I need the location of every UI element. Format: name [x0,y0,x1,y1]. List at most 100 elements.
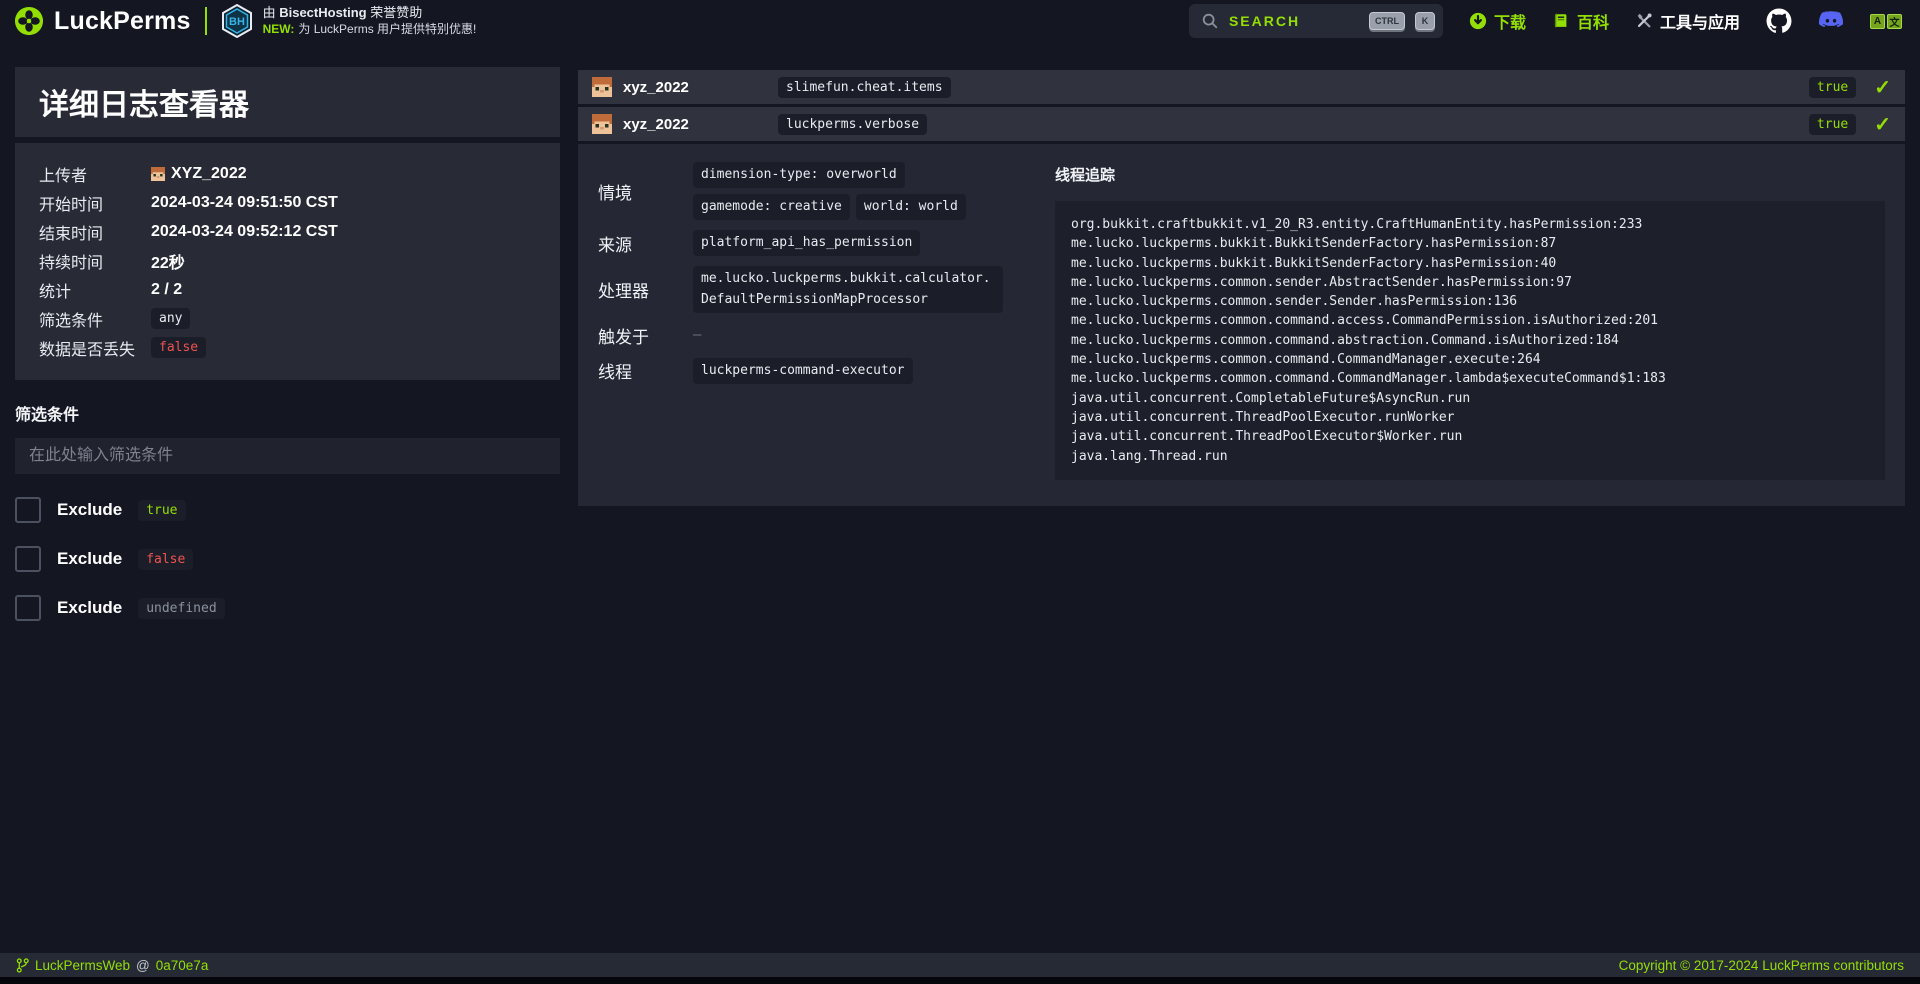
translate-icon[interactable]: A 文 [1870,14,1902,29]
row-result-badge: true [1809,114,1856,135]
meta-label: 持续时间 [39,249,151,273]
trace-line: me.lucko.luckperms.common.command.Comman… [1071,369,1869,388]
nav-wiki-link[interactable]: 百科 [1552,9,1609,33]
trace-line: me.lucko.luckperms.bukkit.BukkitSenderFa… [1071,254,1869,273]
detail-fields: 情境 dimension-type: overworld gamemode: c… [598,162,1043,480]
trace-line: org.bukkit.craftbukkit.v1_20_R3.entity.C… [1071,215,1869,234]
row-username: xyz_2022 [623,116,748,133]
meta-row-filter: 筛选条件 any [39,304,536,333]
detail-row-context: 情境 dimension-type: overworld gamemode: c… [598,162,1043,220]
tools-icon [1635,12,1653,30]
meta-label: 筛选条件 [39,307,151,331]
nav-tools-link[interactable]: 工具与应用 [1635,9,1740,33]
luckperms-logo-icon [14,6,44,36]
detail-label-origin: 来源 [598,231,693,256]
caused-by-dash: — [693,327,701,343]
thread-value: luckperms-command-executor [693,358,1003,384]
processor-badge: me.lucko.luckperms.bukkit.calculator.Def… [693,266,1003,312]
sponsor-banner[interactable]: BH 由 BisectHosting 荣誉赞助 NEW:为 LuckPerms … [221,4,477,38]
trace-line: java.lang.Thread.run [1071,447,1869,466]
context-badge: world: world [856,194,966,220]
meta-row-count: 统计 2 / 2 [39,275,536,304]
brand-title: LuckPerms [54,7,191,36]
meta-row-duration: 持续时间 22秒 [39,246,536,275]
book-icon [1552,12,1570,30]
context-badge: dimension-type: overworld [693,162,905,188]
exclude-true-badge: true [138,500,185,521]
meta-value-end: 2024-03-24 09:52:12 CST [151,223,338,241]
footer-separator: @ [136,958,150,973]
bottom-strip [0,977,1920,984]
caused-by-value: — [693,327,1003,343]
exclude-undefined-checkbox[interactable] [15,595,41,621]
filter-mode-badge: any [151,308,190,329]
trace-heading: 线程追踪 [1055,164,1885,185]
trace-line: me.lucko.luckperms.common.command.abstra… [1071,331,1869,350]
meta-label: 上传者 [39,162,151,186]
sidebar: 详细日志查看器 上传者 XYZ_2022 开始时间 2024-03-24 09:… [15,67,560,621]
nav-download-label: 下载 [1494,9,1526,33]
log-list: xyz_2022 slimefun.cheat.items true ✓ xyz… [578,70,1905,506]
trace-box: org.bukkit.craftbukkit.v1_20_R3.entity.C… [1055,201,1885,480]
trace-line: me.lucko.luckperms.common.command.Comman… [1071,350,1869,369]
discord-icon[interactable] [1818,8,1844,34]
footer-repo-name: LuckPermsWeb [35,958,130,973]
search-label: SEARCH [1229,13,1359,29]
detail-row-thread: 线程 luckperms-command-executor [598,358,1043,384]
meta-value-start: 2024-03-24 09:51:50 CST [151,194,338,212]
page-title: 详细日志查看器 [39,80,536,124]
log-detail-panel: 情境 dimension-type: overworld gamemode: c… [578,144,1905,506]
page-title-panel: 详细日志查看器 [15,67,560,137]
trace-line: java.util.concurrent.ThreadPoolExecutor$… [1071,427,1869,446]
detail-row-caused-by: 触发于 — [598,323,1043,348]
thread-badge: luckperms-command-executor [693,358,913,384]
github-icon[interactable] [1766,8,1792,34]
exclude-false-badge: false [138,549,193,570]
log-row-2[interactable]: xyz_2022 luckperms.verbose true ✓ [578,107,1905,141]
sponsor-line1: 由 BisectHosting 荣誉赞助 [263,5,477,21]
navbar-left: LuckPerms BH 由 BisectHosting 荣誉赞助 NEW:为 … [14,4,476,38]
k-keycap: K [1415,12,1435,30]
brand-link[interactable]: LuckPerms [14,6,191,36]
row-username: xyz_2022 [623,79,748,96]
context-badge: gamemode: creative [693,194,850,220]
sponsor-text: 由 BisectHosting 荣誉赞助 NEW:为 LuckPerms 用户提… [263,5,477,36]
player-avatar [592,114,612,134]
trace-line: me.lucko.luckperms.bukkit.BukkitSenderFa… [1071,234,1869,253]
navbar: LuckPerms BH 由 BisectHosting 荣誉赞助 NEW:为 … [0,0,1920,42]
row-result-badge: true [1809,77,1856,98]
exclude-label: Exclude [57,549,122,569]
log-row-1[interactable]: xyz_2022 slimefun.cheat.items true ✓ [578,70,1905,104]
detail-row-processor: 处理器 me.lucko.luckperms.bukkit.calculator… [598,266,1043,312]
footer-copyright: Copyright © 2017-2024 LuckPerms contribu… [1619,958,1904,973]
meta-value-uploader: XYZ_2022 [151,165,247,183]
exclude-label: Exclude [57,598,122,618]
meta-row-truncated: 数据是否丢失 false [39,333,536,362]
translate-a: A [1870,14,1885,29]
context-badges: dimension-type: overworld gamemode: crea… [693,162,1003,220]
exclude-true-checkbox[interactable] [15,497,41,523]
footer: LuckPermsWeb @ 0a70e7a Copyright © 2017-… [0,953,1920,977]
nav-wiki-label: 百科 [1577,9,1609,33]
meta-label: 结束时间 [39,220,151,244]
exclude-true-row[interactable]: Exclude true [15,497,560,523]
nav-tools-label: 工具与应用 [1660,9,1740,33]
session-meta-panel: 上传者 XYZ_2022 开始时间 2024-03-24 09:51:50 CS… [15,143,560,380]
filter-input[interactable] [15,438,560,474]
svg-text:BH: BH [229,16,245,28]
exclude-undefined-row[interactable]: Exclude undefined [15,595,560,621]
trace-line: java.util.concurrent.ThreadPoolExecutor.… [1071,408,1869,427]
nav-download-link[interactable]: 下载 [1469,9,1526,33]
footer-commit-hash[interactable]: 0a70e7a [156,958,209,973]
meta-label: 开始时间 [39,191,151,215]
meta-label: 统计 [39,278,151,302]
exclude-false-row[interactable]: Exclude false [15,546,560,572]
processor-value: me.lucko.luckperms.bukkit.calculator.Def… [693,266,1003,312]
player-avatar [592,77,612,97]
trace-line: me.lucko.luckperms.common.sender.Sender.… [1071,292,1869,311]
exclude-false-checkbox[interactable] [15,546,41,572]
detail-label-processor: 处理器 [598,277,693,302]
new-tag: NEW: [263,22,295,36]
footer-repo-link[interactable]: LuckPermsWeb @ 0a70e7a [16,958,208,973]
search-input[interactable]: SEARCH CTRL K [1189,4,1443,38]
